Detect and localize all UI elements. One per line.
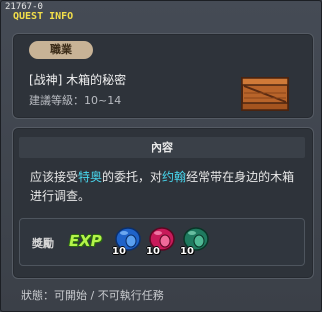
rewards-box: 獎勵 EXP 10 10 10 [19,218,305,266]
rewards-label: 獎勵 [32,237,54,250]
quest-description: 应该接受特奥的委托，对约翰经常带在身边的木箱进行调查。 [30,168,300,206]
quest-content-panel: 內容 应该接受特奥的委托，对约翰经常带在身边的木箱进行调查。 獎勵 EXP 10 [12,127,314,279]
content-section-title: 內容 [19,137,305,158]
npc-name-john[interactable]: 约翰 [162,170,186,184]
wooden-crate-icon [241,77,289,111]
window-title: QUEST INFO [13,11,74,22]
exp-reward-icon[interactable]: EXP [69,232,102,250]
quest-name: [战神] 木箱的秘密 [29,73,127,87]
desc-text-1: 应该接受 [30,170,79,184]
quest-status: 狀態：可開始 / 不可執行任務 [21,289,164,302]
category-badge: 職業 [29,41,93,59]
quest-info-window: 21767-0 QUEST INFO 職業 [战神] 木箱的秘密 建議等級：10… [0,0,322,312]
desc-text-2: 的委托，对 [102,170,163,184]
reward-item-magenta-helmet[interactable]: 10 [146,223,176,259]
reward-item-green-helmet[interactable]: 10 [180,223,210,259]
npc-name-teo[interactable]: 特奥 [78,170,102,184]
reward-item-count: 10 [180,246,194,257]
recommended-level: 建議等級：10~14 [29,94,122,107]
reward-item-count: 10 [112,246,126,257]
reward-item-count: 10 [146,246,160,257]
quest-summary-panel: 職業 [战神] 木箱的秘密 建議等級：10~14 [12,33,314,119]
reward-item-blue-helmet[interactable]: 10 [112,223,142,259]
